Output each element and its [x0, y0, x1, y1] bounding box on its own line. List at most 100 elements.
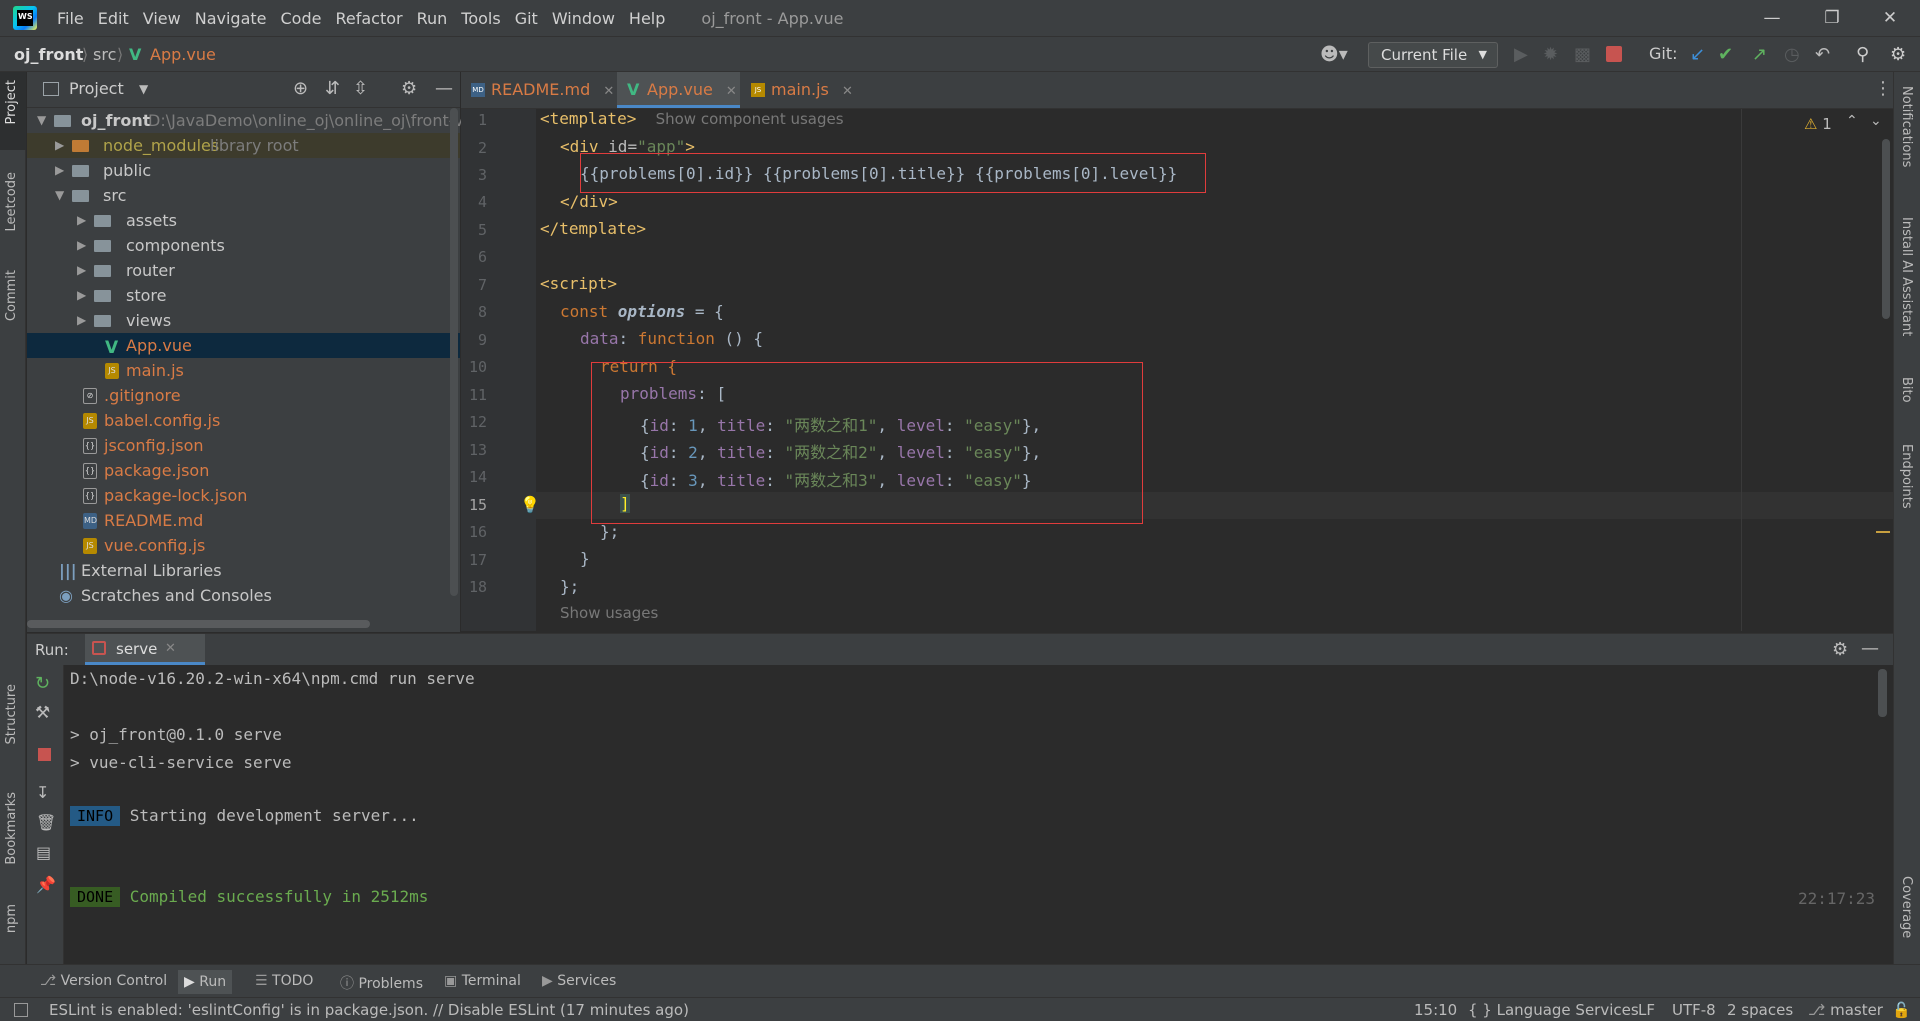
warning-marker[interactable]: [1876, 531, 1890, 533]
menu-run[interactable]: Run: [417, 9, 448, 28]
settings-gear-icon[interactable]: ⚙: [1832, 639, 1848, 660]
tree-item-src[interactable]: ▼ src: [27, 183, 460, 208]
close-tab-icon[interactable]: ✕: [726, 84, 737, 99]
tree-item-public[interactable]: ▶ public: [27, 158, 460, 183]
tree-root[interactable]: ▼ oj_front D:\JavaDemo\online_oj\online_…: [27, 108, 484, 133]
menu-file[interactable]: File: [57, 9, 84, 28]
tool-todo[interactable]: ☰ TODO: [255, 973, 313, 989]
language-services[interactable]: { } Language Services: [1468, 1001, 1639, 1019]
tree-item-main-js[interactable]: JS main.js: [27, 358, 460, 383]
pin-icon[interactable]: 📌: [36, 875, 56, 894]
hide-icon[interactable]: —: [1861, 638, 1879, 659]
tree-item-package-json[interactable]: {} package.json: [27, 458, 460, 483]
tree-item-node-modules[interactable]: ▶ node_modules library root: [27, 133, 460, 158]
close-tab-icon[interactable]: ✕: [842, 84, 853, 99]
search-icon[interactable]: ⚲: [1856, 45, 1869, 65]
component-usages-hint[interactable]: Show component usages: [656, 110, 844, 128]
chevron-up-icon[interactable]: ⌃: [1846, 113, 1858, 129]
toggle-panels-icon[interactable]: [14, 1003, 28, 1017]
warning-icon[interactable]: ⚠ 1: [1804, 115, 1832, 133]
tab-app-vue[interactable]: V App.vue ✕: [617, 72, 740, 108]
editor-scrollbar[interactable]: [1882, 139, 1890, 319]
stop-icon[interactable]: [38, 748, 51, 761]
settings-gear-icon[interactable]: ⚙: [401, 78, 417, 99]
trash-icon[interactable]: 🗑: [36, 813, 56, 832]
tree-item-package-lock[interactable]: {} package-lock.json: [27, 483, 460, 508]
hide-icon[interactable]: —: [435, 78, 453, 99]
git-update-icon[interactable]: ↙: [1690, 45, 1705, 65]
app-logo-icon[interactable]: WS: [13, 6, 37, 30]
chevron-down-icon[interactable]: ⌄: [1870, 113, 1882, 129]
tool-services[interactable]: ▶ Services: [542, 973, 616, 989]
tool-bookmarks[interactable]: Bookmarks: [4, 792, 19, 865]
tree-item-external-libraries[interactable]: ||| External Libraries: [27, 558, 460, 583]
horizontal-scrollbar[interactable]: [27, 620, 370, 628]
menu-edit[interactable]: Edit: [98, 9, 129, 28]
stop-icon[interactable]: [1606, 46, 1622, 62]
breadcrumb-file[interactable]: App.vue: [150, 45, 216, 64]
tool-version-control[interactable]: ⎇ Version Control: [40, 973, 167, 989]
tree-item-assets[interactable]: ▶ assets: [27, 208, 460, 233]
git-commit-icon[interactable]: ✔: [1718, 45, 1733, 65]
tree-item-gitignore[interactable]: ⊘ .gitignore: [27, 383, 460, 408]
run-tab-serve[interactable]: serve ✕: [85, 634, 205, 665]
menu-code[interactable]: Code: [281, 9, 322, 28]
tab-main-js[interactable]: JS main.js ✕: [741, 72, 853, 108]
breadcrumb-project[interactable]: oj_front: [14, 45, 83, 64]
tool-project[interactable]: Project: [4, 80, 19, 124]
close-tab-icon[interactable]: ✕: [603, 84, 614, 99]
code-editor[interactable]: <template> Show component usages <div id…: [536, 109, 1893, 631]
more-options-icon[interactable]: ⋮: [1874, 78, 1892, 99]
tab-readme[interactable]: MD README.md ✕: [461, 72, 615, 108]
project-panel-title[interactable]: Project: [69, 79, 124, 98]
tree-item-views[interactable]: ▶ views: [27, 308, 460, 333]
close-icon[interactable]: ✕: [1860, 0, 1920, 36]
menu-tools[interactable]: Tools: [461, 9, 500, 28]
git-push-icon[interactable]: ↗: [1752, 45, 1767, 65]
layout-icon[interactable]: ▤: [36, 843, 51, 862]
tree-item-babel-config[interactable]: JS babel.config.js: [27, 408, 460, 433]
menu-help[interactable]: Help: [629, 9, 665, 28]
tool-structure[interactable]: Structure: [4, 684, 19, 744]
locate-icon[interactable]: ⊕: [293, 78, 308, 99]
tool-bito[interactable]: Bito: [1899, 377, 1914, 403]
rollback-icon[interactable]: ↶: [1815, 45, 1830, 65]
tree-item-jsconfig[interactable]: {} jsconfig.json: [27, 433, 460, 458]
git-branch[interactable]: ⎇ master: [1808, 1001, 1883, 1019]
expand-all-icon[interactable]: ⇵: [325, 78, 340, 99]
close-tab-icon[interactable]: ✕: [165, 641, 176, 656]
tree-item-app-vue[interactable]: V App.vue: [27, 333, 460, 358]
tool-coverage[interactable]: Coverage: [1899, 876, 1914, 938]
file-encoding[interactable]: UTF-8: [1672, 1001, 1716, 1019]
console-scrollbar[interactable]: [1878, 669, 1887, 717]
scroll-to-end-icon[interactable]: ↧: [36, 783, 49, 802]
lock-icon[interactable]: 🔓: [1892, 1001, 1911, 1019]
menu-git[interactable]: Git: [515, 9, 538, 28]
coverage-icon[interactable]: ▩: [1574, 45, 1591, 65]
tree-item-vue-config[interactable]: JS vue.config.js: [27, 533, 460, 558]
run-console[interactable]: D:\node-v16.20.2-win-x64\npm.cmd run ser…: [64, 665, 1893, 964]
tree-item-router[interactable]: ▶ router: [27, 258, 460, 283]
settings-gear-icon[interactable]: ⚙: [1890, 45, 1906, 65]
indent-setting[interactable]: 2 spaces: [1727, 1001, 1793, 1019]
tree-item-readme[interactable]: MD README.md: [27, 508, 460, 533]
breadcrumb-folder[interactable]: src: [93, 45, 116, 64]
tool-terminal[interactable]: ▣ Terminal: [444, 973, 521, 989]
tool-commit[interactable]: Commit: [4, 270, 19, 321]
tree-item-scratches[interactable]: ◉ Scratches and Consoles: [27, 583, 460, 608]
restore-icon[interactable]: ❐: [1802, 0, 1862, 36]
tree-item-store[interactable]: ▶ store: [27, 283, 460, 308]
tool-problems[interactable]: ⓘ Problems: [340, 973, 423, 993]
collapse-all-icon[interactable]: ⇳: [353, 78, 368, 99]
vertical-scrollbar[interactable]: [450, 108, 458, 596]
caret-position[interactable]: 15:10: [1414, 1001, 1457, 1019]
menu-view[interactable]: View: [143, 9, 181, 28]
line-separator[interactable]: LF: [1638, 1001, 1655, 1019]
tool-run[interactable]: ▶ Run: [178, 970, 233, 994]
tool-endpoints[interactable]: Endpoints: [1899, 444, 1914, 509]
history-icon[interactable]: ◷: [1784, 45, 1800, 65]
run-icon[interactable]: ▶: [1514, 45, 1528, 65]
tool-notifications[interactable]: Notifications: [1899, 86, 1914, 167]
tree-item-components[interactable]: ▶ components: [27, 233, 460, 258]
tool-leetcode[interactable]: Leetcode: [4, 172, 19, 231]
